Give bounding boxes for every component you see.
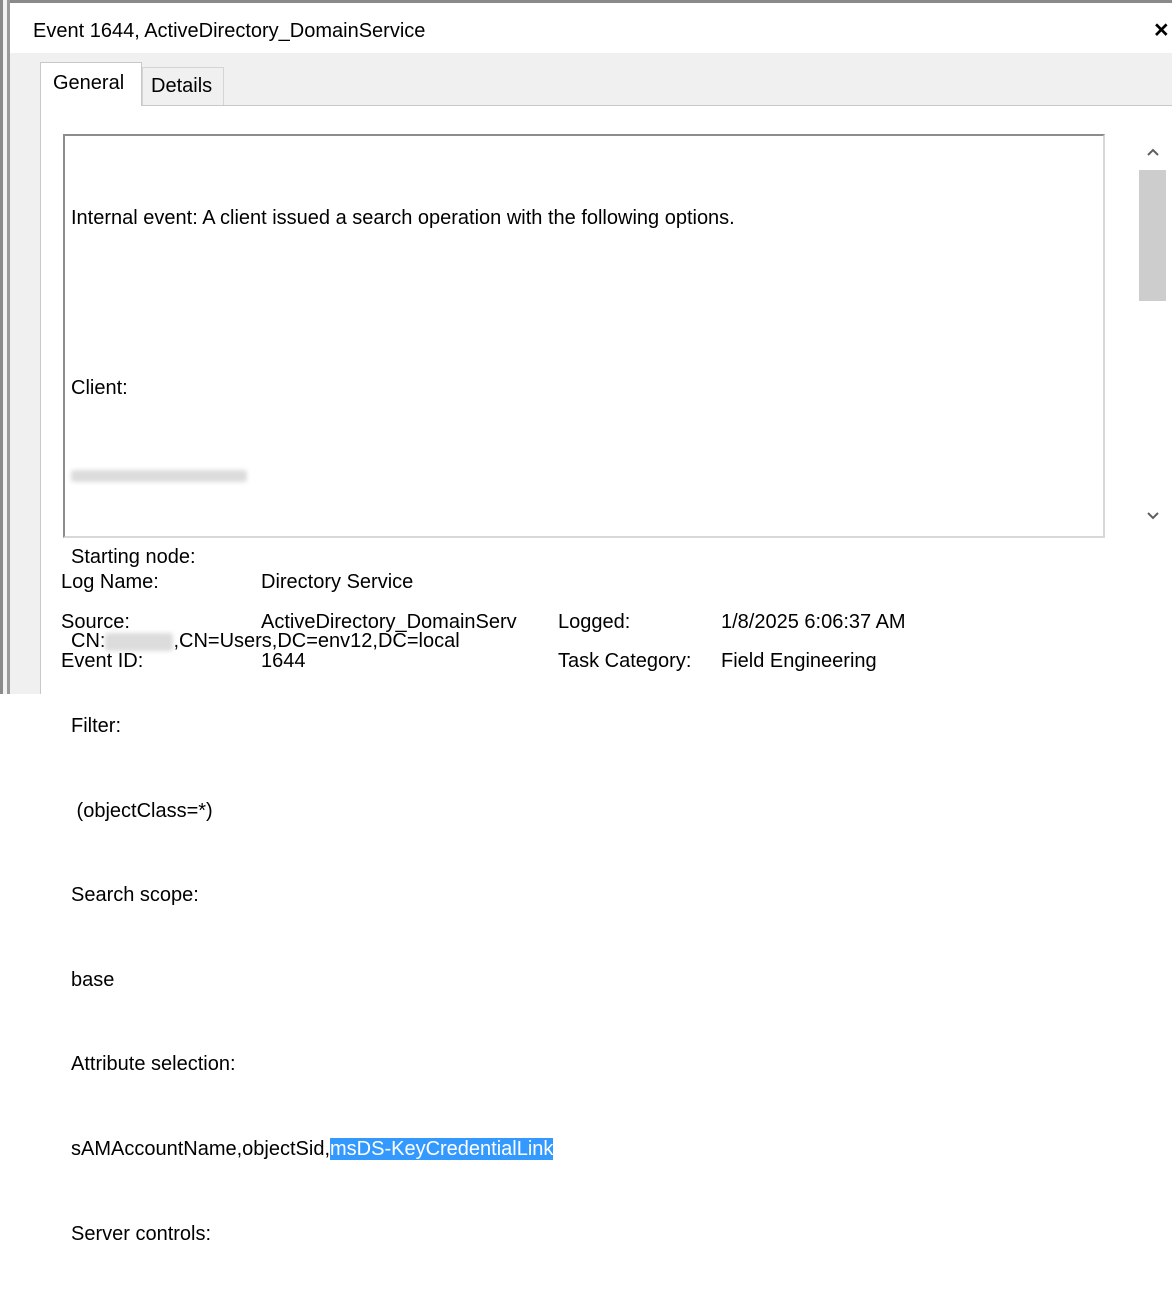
message-line: Server controls: xyxy=(71,1222,212,1245)
selected-text: msDS-KeyCredentialLink xyxy=(330,1137,554,1160)
log-name-value[interactable]: Directory Service xyxy=(261,570,413,594)
task-category-label: Task Category: xyxy=(558,650,692,672)
message-line: (objectClass=*) xyxy=(71,799,213,822)
tab-general[interactable]: General xyxy=(40,62,142,106)
message-line: Attribute selection: xyxy=(71,1053,236,1076)
message-line: Search scope: xyxy=(71,884,199,907)
log-name-label: Log Name: xyxy=(61,571,159,593)
logged-value[interactable]: 1/8/2025 6:06:37 AM xyxy=(721,610,906,634)
scroll-up-button[interactable] xyxy=(1136,138,1169,168)
scroll-down-button[interactable] xyxy=(1136,502,1169,532)
event-id-value[interactable]: 1644 xyxy=(261,649,306,673)
message-line-attributes: sAMAccountName,objectSid,msDS-KeyCredent… xyxy=(71,1135,1071,1163)
tab-details[interactable]: Details xyxy=(142,67,224,106)
message-line-client-value xyxy=(71,458,1071,486)
message-line: Starting node: xyxy=(71,545,196,568)
task-category-value[interactable]: Field Engineering xyxy=(721,649,877,673)
message-line: Client: xyxy=(71,376,128,399)
attributes-prefix: sAMAccountName,objectSid, xyxy=(71,1137,331,1160)
message-line: Internal event: A client issued a search… xyxy=(71,207,735,230)
event-description-text[interactable]: Internal event: A client issued a search… xyxy=(71,148,1071,1304)
vertical-scrollbar[interactable] xyxy=(1136,136,1169,536)
chevron-up-icon xyxy=(1147,148,1159,156)
chevron-down-icon xyxy=(1147,512,1159,520)
event-id-label: Event ID: xyxy=(61,650,144,672)
event-description-textbox[interactable]: Internal event: A client issued a search… xyxy=(63,134,1169,1245)
message-line xyxy=(71,289,1071,317)
window-title: Event 1644, ActiveDirectory_DomainServic… xyxy=(33,20,426,42)
message-line: Filter: xyxy=(71,714,121,737)
message-line: base xyxy=(71,968,115,991)
logged-label: Logged: xyxy=(558,611,631,633)
close-icon[interactable]: × xyxy=(1154,16,1169,44)
scrollbar-thumb[interactable] xyxy=(1139,170,1166,301)
title-bar: Event 1644, ActiveDirectory_DomainServic… xyxy=(10,3,1172,53)
redacted-client-address xyxy=(71,469,247,482)
source-label: Source: xyxy=(61,611,130,633)
source-value[interactable]: ActiveDirectory_DomainServ xyxy=(261,610,543,634)
